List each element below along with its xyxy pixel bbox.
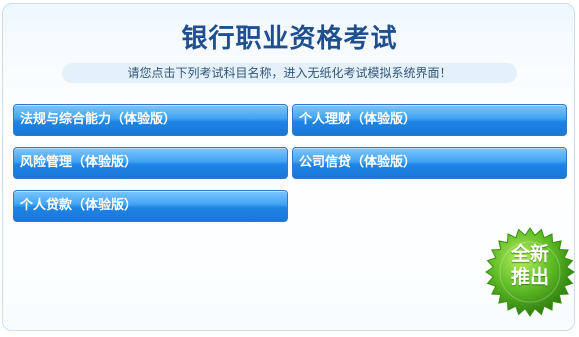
exam-button-personal-loans[interactable]: 个人贷款（体验版） (13, 190, 288, 222)
exam-button-regulations[interactable]: 法规与综合能力（体验版） (13, 104, 288, 136)
instruction-text: 请您点击下列考试科目名称，进入无纸化考试模拟系统界面！ (127, 66, 452, 80)
badge-text-line2: 推出 (510, 266, 549, 288)
new-release-badge: 全新 推出 (484, 226, 576, 318)
page-title: 银行职业资格考试 (181, 24, 398, 54)
exam-button-corporate-credit[interactable]: 公司信贷（体验版） (292, 147, 567, 179)
exam-button-personal-finance[interactable]: 个人理财（体验版） (292, 104, 567, 136)
badge-text-line1: 全新 (510, 243, 549, 265)
exam-button-risk-management[interactable]: 风险管理（体验版） (13, 147, 288, 179)
